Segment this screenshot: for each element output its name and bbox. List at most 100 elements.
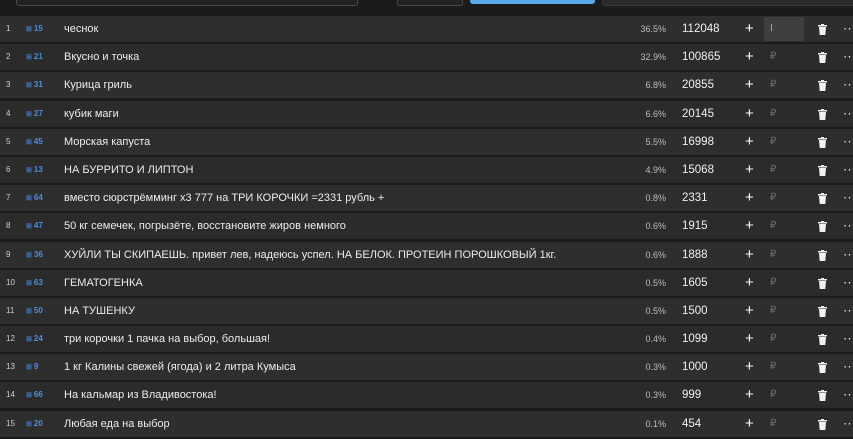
trash-icon[interactable] [817,277,828,289]
lot-id-badge[interactable]: ⊞ 31 [26,72,43,99]
trash-icon[interactable] [817,221,828,233]
lot-id-badge[interactable]: ⊞ 20 [26,411,43,438]
add-amount-input[interactable]: ₽ [764,158,804,182]
row-number: 3 [6,80,11,90]
lot-id-badge[interactable]: ⊞ 66 [26,382,43,409]
trash-icon[interactable] [817,390,828,402]
hash-icon: ⊞ [26,26,32,33]
more-icon[interactable]: ⋯ [843,382,853,408]
filter-input[interactable] [602,0,853,6]
plus-icon[interactable]: + [745,354,754,380]
lot-id-badge[interactable]: ⊞ 24 [26,326,43,353]
more-icon[interactable]: ⋯ [843,101,853,127]
list-item: 3 ⊞ 31 Курица гриль 6.8% 20855 + ₽ ⋯ [0,72,853,99]
trash-icon[interactable] [817,136,828,148]
more-icon[interactable]: ⋯ [843,270,853,296]
plus-icon[interactable]: + [745,157,754,183]
lot-id-badge[interactable]: ⊞ 15 [26,16,43,43]
trash-icon[interactable] [817,193,828,205]
more-icon[interactable]: ⋯ [843,213,853,239]
lot-name: 1 кг Калины свежей (ягода) и 2 литра Кум… [64,361,296,374]
plus-icon[interactable]: + [745,129,754,155]
row-number: 12 [6,334,15,344]
plus-icon[interactable]: + [745,270,754,296]
plus-icon[interactable]: + [745,101,754,127]
trash-icon[interactable] [817,164,828,176]
lot-amount: 20855 [682,79,714,92]
add-amount-input[interactable]: ₽ [764,383,804,407]
lot-name: ХУЙЛИ ТЫ СКИПАЕШЬ. привет лев, надеюсь у… [64,248,557,261]
lot-percent: 0.6% [645,221,666,232]
lot-id: 9 [33,362,39,372]
trash-icon[interactable] [817,362,828,374]
lot-id-badge[interactable]: ⊞ 27 [26,101,43,128]
add-amount-input[interactable]: ₽ [764,102,804,126]
more-icon[interactable]: ⋯ [843,411,853,437]
plus-icon[interactable]: + [745,382,754,408]
trash-icon[interactable] [817,418,828,430]
more-icon[interactable]: ⋯ [843,298,853,324]
more-icon[interactable]: ⋯ [843,185,853,211]
more-icon[interactable]: ⋯ [843,44,853,70]
list-item: 14 ⊞ 66 На кальмар из Владивостока! 0.3% … [0,382,853,409]
lot-percent: 0.3% [645,390,666,401]
more-icon[interactable]: ⋯ [843,16,853,42]
lot-percent: 0.5% [645,277,666,288]
add-button[interactable] [470,0,595,4]
trash-icon[interactable] [817,24,828,35]
lot-percent: 5.5% [645,136,666,147]
add-amount-input[interactable]: ₽ [764,45,804,69]
add-amount-input[interactable]: I [764,17,804,41]
hash-icon: ⊞ [26,195,32,203]
lot-id: 45 [33,136,43,146]
lot-id-badge[interactable]: ⊞ 9 [26,354,38,381]
lot-amount: 1000 [682,361,708,374]
add-amount-input[interactable]: ₽ [764,186,804,210]
add-amount-input[interactable]: ₽ [764,299,804,323]
plus-icon[interactable]: + [745,185,754,211]
hash-icon: ⊞ [26,110,32,118]
add-amount-input[interactable]: ₽ [764,214,804,238]
plus-icon[interactable]: + [745,44,754,70]
plus-icon[interactable]: + [745,411,754,437]
lot-id-badge[interactable]: ⊞ 21 [26,44,43,71]
search-input[interactable] [16,0,358,6]
lot-id-badge[interactable]: ⊞ 63 [26,270,43,297]
trash-icon[interactable] [817,334,828,346]
more-icon[interactable]: ⋯ [843,326,853,352]
trash-icon[interactable] [817,305,828,317]
plus-icon[interactable]: + [745,213,754,239]
more-icon[interactable]: ⋯ [843,242,853,268]
trash-icon[interactable] [817,80,828,92]
trash-icon[interactable] [817,249,828,261]
plus-icon[interactable]: + [745,242,754,268]
add-amount-input[interactable]: ₽ [764,327,804,351]
lot-id-badge[interactable]: ⊞ 50 [26,298,43,325]
more-icon[interactable]: ⋯ [843,157,853,183]
add-amount-input[interactable]: ₽ [764,130,804,154]
add-amount-input[interactable]: ₽ [764,271,804,295]
amount-input[interactable] [397,0,463,6]
lot-name: Морская капуста [64,135,151,148]
trash-icon[interactable] [817,108,828,120]
lot-id-badge[interactable]: ⊞ 64 [26,185,43,212]
lot-amount: 112048 [682,23,720,35]
lot-id-badge[interactable]: ⊞ 36 [26,242,43,269]
more-icon[interactable]: ⋯ [843,72,853,98]
lot-id: 24 [33,334,43,344]
hash-icon: ⊞ [26,392,32,400]
plus-icon[interactable]: + [745,72,754,98]
add-amount-input[interactable]: ₽ [764,243,804,267]
add-amount-input[interactable]: ₽ [764,412,804,436]
plus-icon[interactable]: + [745,298,754,324]
lot-id-badge[interactable]: ⊞ 47 [26,213,43,240]
plus-icon[interactable]: + [745,326,754,352]
lot-id-badge[interactable]: ⊞ 13 [26,157,43,184]
add-amount-input[interactable]: ₽ [764,355,804,379]
more-icon[interactable]: ⋯ [843,354,853,380]
add-amount-input[interactable]: ₽ [764,73,804,97]
lot-id-badge[interactable]: ⊞ 45 [26,129,43,156]
plus-icon[interactable]: + [745,16,754,42]
trash-icon[interactable] [817,52,828,64]
more-icon[interactable]: ⋯ [843,129,853,155]
